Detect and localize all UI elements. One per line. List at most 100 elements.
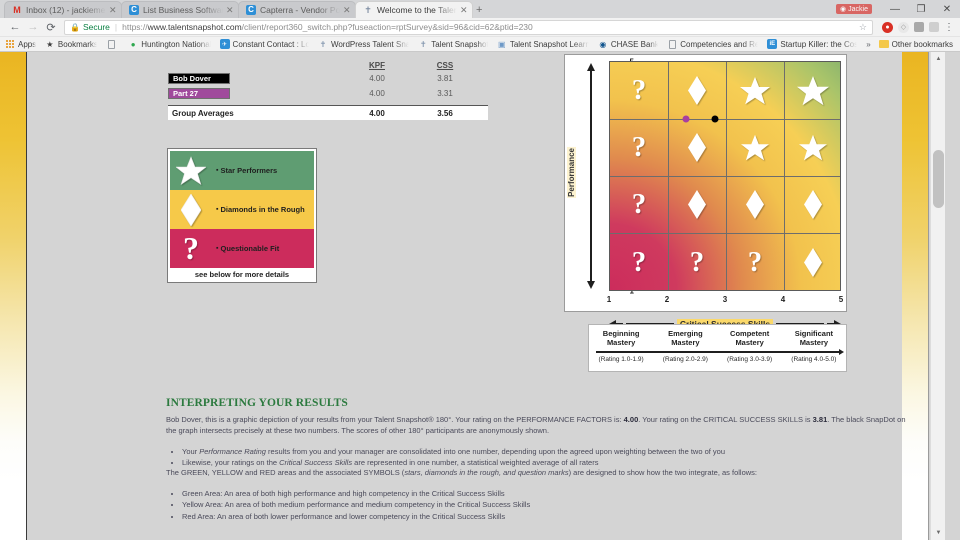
matrix-cell-r3c3 [726, 176, 784, 233]
scrollbar-thumb[interactable] [933, 150, 944, 208]
list-item: Green Area: An area of both high perform… [182, 488, 911, 499]
bookmark-apps[interactable]: Apps [5, 39, 36, 49]
close-icon[interactable]: ✕ [226, 5, 234, 15]
matrix-cell-r2c3 [726, 119, 784, 176]
bookmarks-overflow-icon[interactable]: » [866, 40, 870, 49]
browser-tab-1[interactable]: C List Business Software at ✕ [121, 1, 239, 18]
bookmark-chase-bank[interactable]: ◉ CHASE Bank [598, 39, 658, 49]
bookmark-untitled[interactable] [106, 39, 119, 49]
table-row: Part 27 4.00 3.31 [168, 86, 488, 100]
mastery-rating-3: (Rating 4.0-5.0) [791, 355, 837, 363]
maximize-button[interactable]: ❐ [908, 4, 934, 15]
apps-grid-icon [5, 39, 15, 49]
tab-strip: M Inbox (12) - jackiemesser ✕ C List Bus… [0, 0, 960, 18]
bookmark-bookmarks[interactable]: ★ Bookmarks [45, 39, 97, 49]
group-averages-row: Group Averages 4.00 3.56 [168, 105, 488, 120]
table-row: Bob Dover 4.00 3.81 [168, 71, 488, 85]
column-header-css: CSS [436, 61, 454, 70]
adblock-extension-icon[interactable]: ● [882, 21, 893, 33]
chrome-menu-icon[interactable]: ⋮ [944, 22, 954, 33]
browser-tab-3[interactable]: ✝ Welcome to the Talent M ✕ [355, 1, 473, 18]
bookmark-label: Competencies and Re [680, 39, 759, 49]
bookmark-label: Talent Snapshot [431, 39, 488, 49]
matrix-plot-area: ? ? ? ? ? ? [609, 61, 841, 291]
legend-label-star: ▪ Star Performers [216, 166, 278, 175]
bookmark-constant-contact[interactable]: ✈ Constant Contact : Lo [219, 39, 309, 49]
matrix-cell-r1c4 [784, 62, 840, 119]
bookmark-label: Talent Snapshot Learn [509, 39, 589, 49]
talent-snapshot-icon: ✝ [364, 4, 372, 15]
scroll-up-icon[interactable]: ▲ [931, 52, 946, 66]
address-bar[interactable]: 🔒 Secure | https:// www.talentsnapshot.c… [64, 19, 873, 35]
bullet-post: are represented in one number, a statist… [352, 458, 599, 467]
bookmark-talent-snapshot-learning[interactable]: ▣ Talent Snapshot Learn [497, 39, 589, 49]
matrix-card: Performance 5 4 3 2 1 [564, 54, 847, 329]
page-scrollbar[interactable]: ▲ ▼ [930, 52, 945, 540]
google-extension-icon[interactable] [929, 22, 939, 32]
rating-bullet-list: Your Performance Rating results from you… [166, 446, 911, 469]
star-icon: ★ [46, 39, 54, 49]
participant-tag-bob-dover: Bob Dover [168, 72, 230, 84]
lock-icon: 🔒 [70, 22, 80, 32]
intro-part-1: Bob Dover, this is a graphic depiction o… [166, 415, 624, 424]
forward-icon[interactable]: → [24, 21, 42, 33]
browser-tab-2[interactable]: C Capterra - Vendor Portal ✕ [238, 1, 356, 18]
scroll-down-icon[interactable]: ▼ [931, 526, 946, 540]
navigation-toolbar: ← → ⟳ 🔒 Secure | https:// www.talentsnap… [0, 18, 960, 37]
bookmark-label: Huntington National [141, 39, 211, 49]
pocket-extension-icon[interactable] [914, 22, 924, 32]
close-icon[interactable]: ✕ [109, 5, 117, 15]
bookmark-wordpress-talent-snapshot[interactable]: ✝ WordPress Talent Sna [318, 39, 410, 49]
matrix-cell-r3c2 [668, 176, 726, 233]
report-content: KPF CSS Bob Dover 4.00 3.81 Part 27 4.00… [28, 52, 906, 540]
doc-icon: ▣ [498, 39, 506, 49]
x-tick-5: 5 [838, 295, 844, 304]
close-icon[interactable]: ✕ [460, 5, 468, 15]
minimize-button[interactable]: — [882, 4, 908, 15]
y-axis-label: Performance [567, 147, 576, 198]
star-icon [170, 151, 212, 190]
bookmark-label: CHASE Bank [610, 39, 659, 49]
matrix-cell-r1c3 [726, 62, 784, 119]
areas-intro-post: ) are designed to show how the two integ… [568, 468, 758, 478]
participant-tag-part-27: Part 27 [168, 87, 230, 99]
cell-css: 3.31 [437, 88, 453, 98]
matrix-cell-r4c1: ? [631, 246, 647, 278]
back-icon[interactable]: ← [6, 21, 24, 33]
legend-label-diamond: ▪ Diamonds in the Rough [216, 205, 305, 214]
mastery-rating-0: (Rating 1.0-1.9) [598, 355, 644, 363]
ie-icon: iE [767, 39, 778, 49]
bookmark-competencies[interactable]: Competencies and Re [667, 39, 758, 49]
reload-icon[interactable]: ⟳ [42, 21, 60, 34]
extension-badge-label: Jackie [848, 5, 868, 13]
bookmark-startup-killer[interactable]: iE Startup Killer: the Cos [767, 39, 857, 49]
bookmark-star-icon[interactable]: ☆ [855, 22, 867, 33]
close-icon[interactable]: ✕ [343, 5, 351, 15]
close-window-button[interactable]: ✕ [934, 4, 960, 15]
mastery-name-3: Significant Mastery [794, 329, 834, 348]
diamond-extension-icon[interactable]: ◇ [898, 21, 909, 33]
left-gold-border [0, 52, 27, 540]
areas-intro-emphasis: stars, diamonds in the rough, and questi… [404, 468, 569, 478]
matrix-cell-r4c2: ? [689, 246, 705, 278]
legend-item-question: ? ▪ Questionable Fit [170, 229, 314, 268]
cell-kpf: 4.00 [369, 88, 385, 98]
other-bookmarks-folder[interactable]: Other bookmarks [878, 39, 953, 49]
folder-icon [878, 39, 889, 49]
new-tab-button[interactable]: + [476, 4, 482, 16]
areas-intro-pre: The GREEN, YELLOW and RED areas and the … [166, 468, 405, 478]
snapdot-part-27 [682, 115, 690, 123]
question-mark-icon: ? [183, 230, 199, 267]
group-averages-css: 3.56 [437, 108, 453, 118]
browser-tab-0[interactable]: M Inbox (12) - jackiemesser ✕ [4, 1, 122, 18]
window-controls: ◉ Jackie — ❐ ✕ [836, 0, 960, 18]
score-summary-table: KPF CSS Bob Dover 4.00 3.81 Part 27 4.00… [168, 58, 488, 120]
matrix-cell-r1c1: ? [631, 74, 647, 106]
bookmark-huntington[interactable]: ● Huntington National [128, 39, 211, 49]
matrix-cell-r2c4 [784, 119, 840, 176]
bookmark-label: Startup Killer: the Cos [780, 39, 858, 49]
bookmark-talent-snapshot[interactable]: ✝ Talent Snapshot [418, 39, 488, 49]
color-areas-list: Green Area: An area of both high perform… [166, 488, 911, 522]
extension-badge[interactable]: ◉ Jackie [836, 4, 872, 14]
mastery-arrow-rule [596, 348, 844, 355]
